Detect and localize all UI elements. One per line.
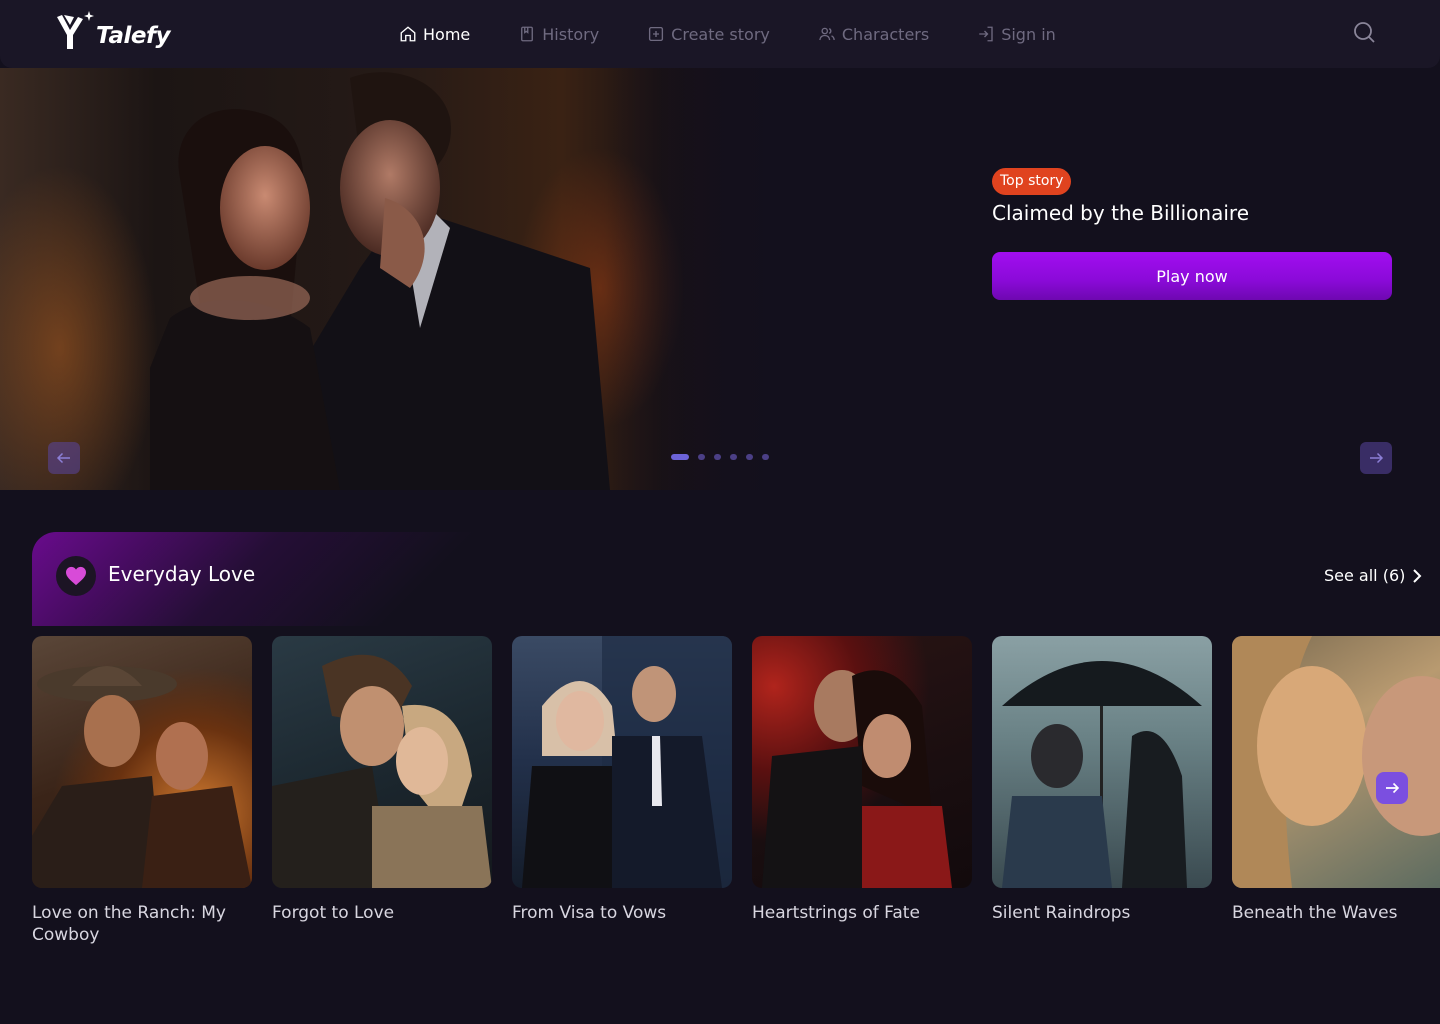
plus-square-icon <box>649 26 664 42</box>
story-cover-image <box>272 636 492 888</box>
home-icon <box>400 26 416 42</box>
story-title: From Visa to Vows <box>512 903 667 923</box>
talefy-logo-icon <box>57 11 94 49</box>
carousel-next-button[interactable] <box>1360 442 1392 474</box>
carousel-dots <box>671 454 769 460</box>
story-cover-image <box>1232 636 1440 888</box>
main-menu: Home History Create story Characters Sig… <box>399 0 1104 68</box>
nav-item-sign-in[interactable]: Sign in <box>977 25 1056 44</box>
nav-item-label: Characters <box>841 24 930 44</box>
carousel-dot[interactable] <box>698 454 705 460</box>
story-cover-image <box>992 636 1212 888</box>
arrow-right-icon <box>1386 782 1400 794</box>
see-all-label: See all (6) <box>1324 566 1406 585</box>
carousel-dot[interactable] <box>714 454 721 460</box>
story-title: Silent Raindrops <box>992 903 1131 923</box>
arrow-left-icon <box>56 452 70 464</box>
book-icon <box>521 26 534 42</box>
users-icon <box>819 27 835 41</box>
story-card[interactable]: Beneath the Waves <box>1232 636 1440 924</box>
story-card[interactable]: From Visa to Vows <box>512 636 732 924</box>
nav-item-history[interactable]: History <box>518 25 599 44</box>
logo[interactable]: Talefy <box>54 10 170 54</box>
section-title: Everyday Love <box>108 562 256 586</box>
story-card[interactable]: Love on the Ranch: My Cowboy <box>32 636 252 946</box>
sign-in-icon <box>979 26 993 42</box>
carousel-prev-button[interactable] <box>48 442 80 474</box>
section-header-background <box>32 532 492 626</box>
story-title: Love on the Ranch: My Cowboy <box>32 903 226 945</box>
heart-icon <box>66 566 86 586</box>
carousel-dot[interactable] <box>746 454 753 460</box>
story-title: Heartstrings of Fate <box>752 903 920 923</box>
nav-item-characters[interactable]: Characters <box>818 25 929 44</box>
search-icon[interactable] <box>1352 20 1376 44</box>
nav-item-create-story[interactable]: Create story <box>647 25 770 44</box>
carousel-dot[interactable] <box>730 454 737 460</box>
row-next-button[interactable] <box>1376 772 1408 804</box>
nav-item-label: Home <box>423 24 471 44</box>
story-cover-image <box>512 636 732 888</box>
nav-item-label: Create story <box>671 24 770 44</box>
top-story-badge: Top story <box>992 168 1072 195</box>
story-title: Beneath the Waves <box>1232 903 1398 923</box>
brand-name: Talefy <box>96 23 170 49</box>
see-all-link[interactable]: See all (6) <box>1324 566 1423 585</box>
nav-item-home[interactable]: Home <box>399 25 470 44</box>
story-card-row: Love on the Ranch: My Cowboy Forgot to L… <box>32 636 1440 956</box>
hero-title: Claimed by the Billionaire <box>992 201 1250 225</box>
arrow-right-icon <box>1370 452 1384 464</box>
nav-item-label: History <box>542 24 600 44</box>
hero-carousel: Top story Claimed by the Billionaire Pla… <box>0 68 1440 490</box>
top-nav: Talefy Home History Create story Charact… <box>0 0 1440 68</box>
play-now-button[interactable]: Play now <box>992 252 1392 300</box>
story-title: Forgot to Love <box>272 903 395 923</box>
nav-item-label: Sign in <box>1001 24 1056 44</box>
chevron-right-icon <box>1413 568 1422 583</box>
story-card[interactable]: Heartstrings of Fate <box>752 636 972 924</box>
carousel-dot[interactable] <box>671 454 689 460</box>
story-cover-image <box>32 636 252 888</box>
story-card[interactable]: Forgot to Love <box>272 636 492 924</box>
section-icon <box>56 556 96 596</box>
carousel-dot[interactable] <box>762 454 769 460</box>
story-card[interactable]: Silent Raindrops <box>992 636 1212 924</box>
story-cover-image <box>752 636 972 888</box>
